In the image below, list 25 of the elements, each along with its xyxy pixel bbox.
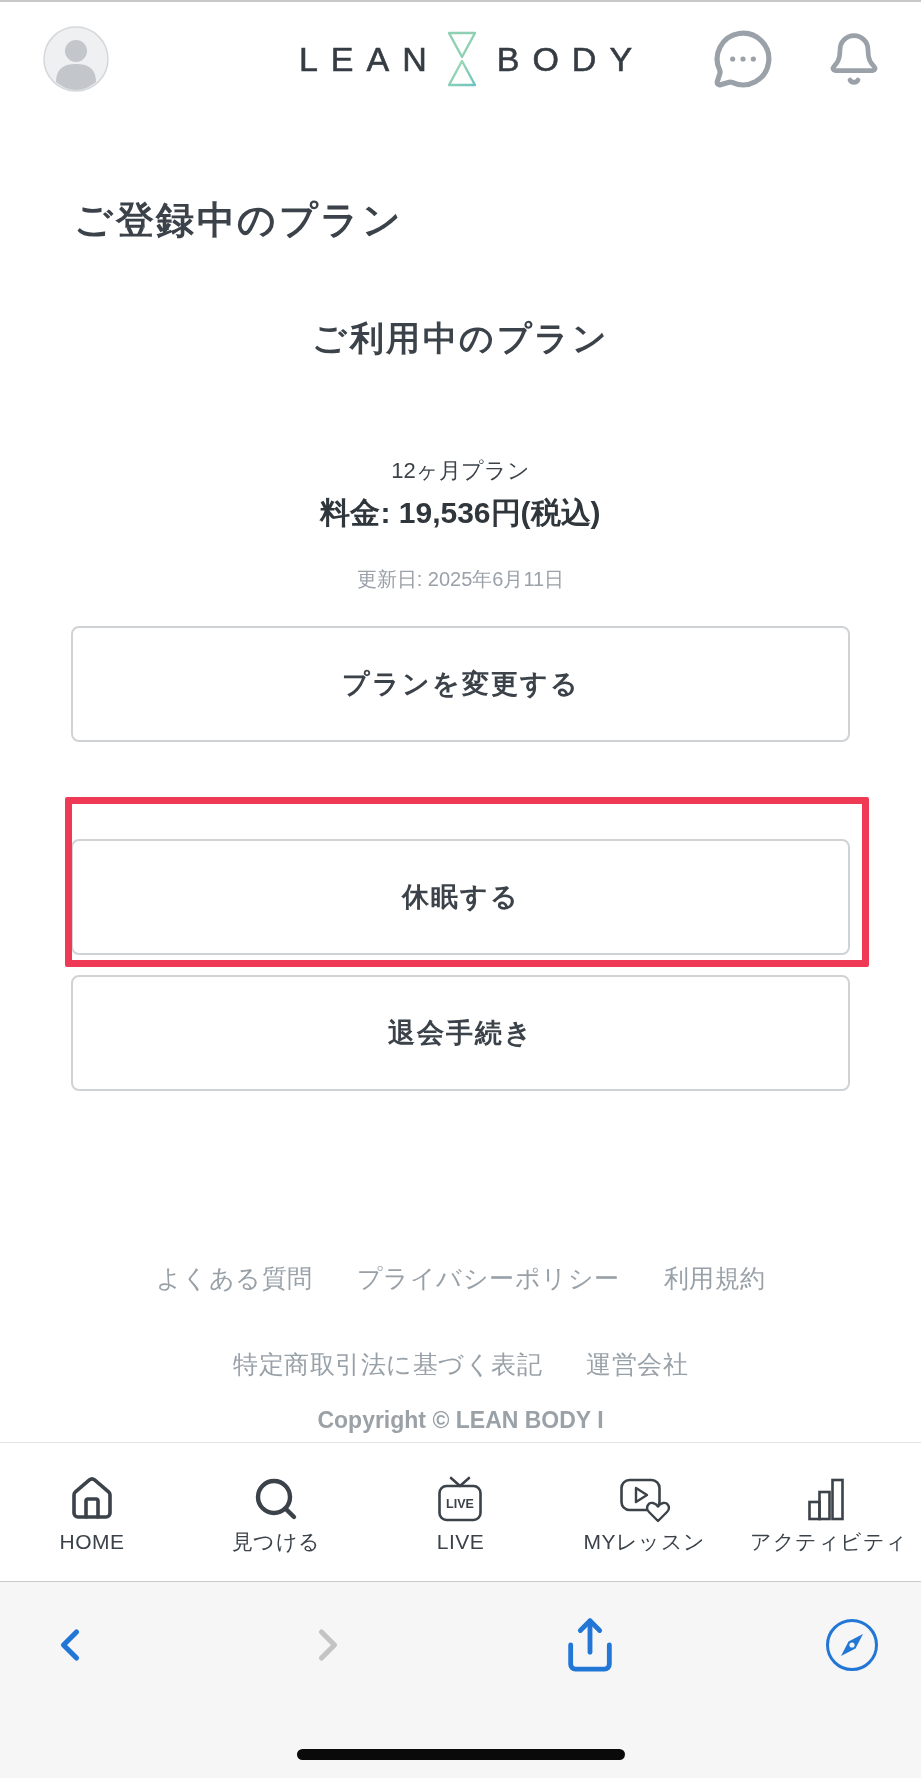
nav-label: アクティビティ <box>750 1530 908 1554</box>
nav-label: LIVE <box>436 1530 485 1554</box>
action-button[interactable]: プランを変更する <box>71 626 850 743</box>
copyright-text: Copyright © LEAN BODY I <box>317 1407 604 1434</box>
action-button[interactable]: 休眠する <box>71 839 850 956</box>
nav-tab[interactable]: LIVE LIVE <box>368 1443 553 1581</box>
logo-text: BODY <box>496 41 646 76</box>
nav-tab[interactable]: アクティビティ <box>736 1443 921 1581</box>
plan-name: 12ヶ月プラン <box>391 458 530 485</box>
page-title: ご登録中のプラン <box>74 198 403 243</box>
renewal-date: 更新日: 2025年6月11日 <box>356 567 565 592</box>
nav-tab[interactable]: 見つける <box>184 1443 369 1581</box>
nav-tab[interactable]: MYレッスン <box>552 1443 737 1581</box>
compass-icon <box>825 1618 879 1672</box>
action-button[interactable]: 退会手続き <box>71 975 850 1092</box>
plan-price: 料金: 19,536円(税込) <box>320 495 601 532</box>
avatar-icon[interactable] <box>43 25 109 92</box>
logo-text: LEAN <box>298 41 440 76</box>
nav-tab[interactable]: HOME <box>0 1443 185 1581</box>
nav-label: 見つける <box>231 1530 321 1554</box>
nav-label: HOME <box>59 1530 125 1554</box>
nav-label: MYレッスン <box>583 1530 706 1554</box>
compass-button[interactable] <box>825 1618 879 1672</box>
hourglass-logo-icon <box>446 30 477 87</box>
section-heading: ご利用中のプラン <box>312 317 609 359</box>
